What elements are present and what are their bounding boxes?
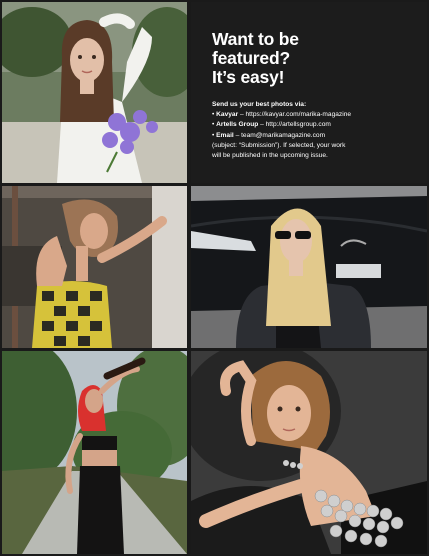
photo-woman-white-shirt-flowers (2, 2, 187, 183)
promo-title-line: featured? (212, 48, 290, 68)
channel-detail[interactable]: – team@marikamagazine.com (234, 132, 326, 139)
channel-name: Email (216, 131, 234, 139)
channel-kavyar: • Kavyar – https://kavyar.com/marika-mag… (212, 110, 422, 120)
promo-panel: Want to be featured? It’s easy! Send us … (191, 2, 427, 183)
photo-woman-mustang-car (191, 186, 427, 348)
channel-detail[interactable]: – https://kavyar.com/marika-magazine (238, 111, 351, 118)
promo-title-line: It’s easy! (212, 67, 285, 87)
channel-name: Kavyar (216, 111, 239, 119)
bullet: • (212, 121, 215, 129)
channel-detail[interactable]: – http://artellsgroup.com (258, 121, 331, 128)
promo-note: (subject: “Submission”). If selected, yo… (212, 141, 346, 149)
bullet: • (212, 131, 215, 139)
photo-woman-sequin-top (191, 351, 427, 554)
promo-title-line: Want to be (212, 29, 299, 49)
photo-woman-checkered-dress (2, 186, 187, 348)
channel-artells: • Artells Group – http://artellsgroup.co… (212, 120, 422, 130)
channel-name: Artells Group (216, 121, 259, 129)
promo-note: will be published in the upcoming issue. (212, 152, 328, 160)
channel-email: • Email – team@marikamagazine.com (212, 131, 422, 141)
photo-woman-red-hair-bottle (2, 351, 187, 554)
bullet: • (212, 111, 215, 119)
promo-title: Want to be featured? It’s easy! (212, 30, 412, 87)
promo-intro: Send us your best photos via: (212, 101, 307, 108)
promo-body: Send us your best photos via: • Kavyar –… (212, 100, 422, 161)
